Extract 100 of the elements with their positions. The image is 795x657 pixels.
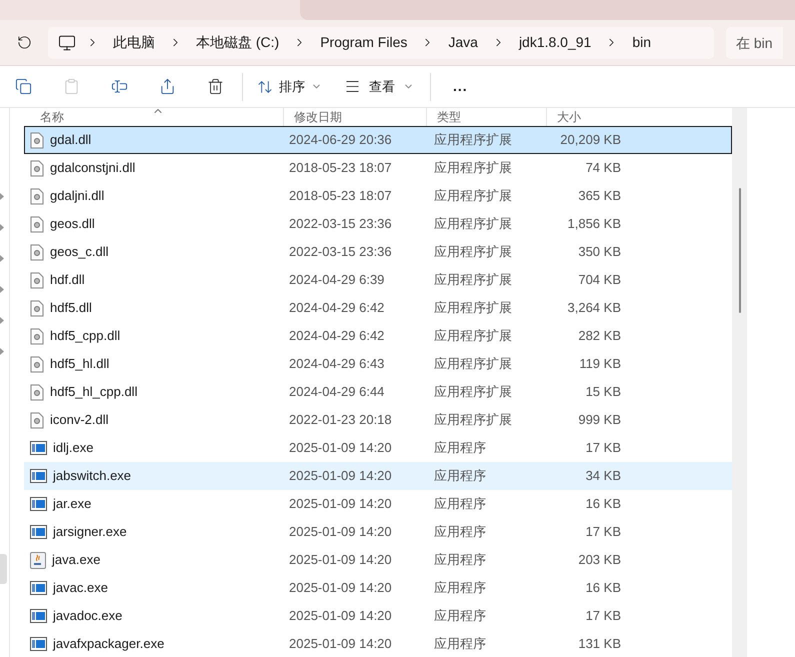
file-name: java.exe bbox=[52, 551, 100, 570]
file-row[interactable]: geos_c.dll 2022-03-15 23:36 应用程序扩展 350 KB bbox=[24, 238, 732, 266]
modified-date: 2025-01-09 14:20 bbox=[288, 579, 393, 598]
gear-file-icon bbox=[30, 160, 44, 176]
application-window-icon bbox=[30, 609, 47, 623]
breadcrumb-item[interactable]: Program Files bbox=[316, 32, 412, 53]
application-window-icon bbox=[30, 581, 47, 595]
file-name: hdf5_hl_cpp.dll bbox=[50, 383, 138, 402]
file-row[interactable]: javadoc.exe 2025-01-09 14:20 应用程序 17 KB bbox=[24, 602, 732, 630]
expand-arrow-icon[interactable] bbox=[0, 224, 4, 231]
application-window-icon bbox=[30, 525, 47, 539]
file-row[interactable]: hdf5.dll 2024-04-29 6:42 应用程序扩展 3,264 KB bbox=[24, 294, 732, 322]
file-type: 应用程序 bbox=[433, 551, 487, 570]
breadcrumb-item[interactable]: 本地磁盘 (C:) bbox=[192, 32, 284, 53]
search-field[interactable]: 在 bin bbox=[726, 26, 783, 58]
file-row[interactable]: jar.exe 2025-01-09 14:20 应用程序 16 KB bbox=[24, 490, 732, 518]
modified-date: 2025-01-09 14:20 bbox=[288, 439, 393, 458]
expand-arrow-icon[interactable] bbox=[0, 193, 4, 200]
file-row[interactable]: gdal.dll 2024-06-29 20:36 应用程序扩展 20,209 KB bbox=[24, 126, 732, 154]
file-type: 应用程序扩展 bbox=[433, 187, 513, 206]
gear-file-icon bbox=[30, 272, 44, 288]
file-size: 350 KB bbox=[577, 243, 622, 262]
file-row[interactable]: jabswitch.exe 2025-01-09 14:20 应用程序 34 KB bbox=[24, 462, 732, 490]
file-size: 17 KB bbox=[584, 523, 622, 542]
file-row[interactable]: hdf5_hl.dll 2024-04-29 6:43 应用程序扩展 119 KB bbox=[24, 350, 732, 378]
more-button[interactable]: ... bbox=[453, 76, 468, 97]
address-bar[interactable]: 此电脑 本地磁盘 (C:) Program Files Java jdk1.8.0_91 bin bbox=[48, 26, 714, 58]
file-name: hdf5_cpp.dll bbox=[50, 327, 120, 346]
gear-file-icon bbox=[30, 328, 44, 344]
expand-arrow-icon[interactable] bbox=[0, 317, 4, 324]
file-row[interactable]: hdf5_cpp.dll 2024-04-29 6:42 应用程序扩展 282 KB bbox=[24, 322, 732, 350]
breadcrumb-item[interactable]: jdk1.8.0_91 bbox=[514, 32, 596, 53]
file-row[interactable]: gdalconstjni.dll 2018-05-23 18:07 应用程序扩展 74 KB bbox=[24, 154, 732, 182]
expand-arrow-icon[interactable] bbox=[0, 286, 4, 293]
file-row[interactable]: hdf5_hl_cpp.dll 2024-04-29 6:44 应用程序扩展 15 KB bbox=[24, 378, 732, 406]
file-row[interactable]: java.exe 2025-01-09 14:20 应用程序 203 KB bbox=[24, 546, 732, 574]
file-type: 应用程序扩展 bbox=[433, 299, 513, 318]
modified-date: 2025-01-09 14:20 bbox=[288, 607, 393, 626]
file-size: 3,264 KB bbox=[566, 299, 622, 318]
file-size: 34 KB bbox=[584, 467, 622, 486]
list-icon bbox=[344, 78, 361, 95]
file-name: javadoc.exe bbox=[53, 607, 122, 626]
scroll-handle[interactable] bbox=[0, 554, 7, 584]
modified-date: 2025-01-09 14:20 bbox=[288, 495, 393, 514]
file-type: 应用程序 bbox=[433, 607, 487, 626]
file-type: 应用程序 bbox=[433, 495, 487, 514]
refresh-icon bbox=[16, 35, 32, 50]
modified-date: 2025-01-09 14:20 bbox=[288, 523, 393, 542]
file-type: 应用程序扩展 bbox=[433, 355, 513, 374]
sort-button[interactable]: 排序 bbox=[257, 76, 322, 96]
column-header[interactable]: 名称 bbox=[24, 108, 283, 126]
rename-icon bbox=[110, 78, 128, 95]
file-name: gdaljni.dll bbox=[50, 187, 104, 206]
view-button[interactable]: 查看 bbox=[344, 76, 414, 96]
breadcrumb-item[interactable]: Java bbox=[444, 32, 482, 53]
file-type: 应用程序 bbox=[433, 579, 487, 598]
file-row[interactable]: javac.exe 2025-01-09 14:20 应用程序 16 KB bbox=[24, 574, 732, 602]
modified-date: 2025-01-09 14:20 bbox=[288, 467, 393, 486]
file-row[interactable]: jarsigner.exe 2025-01-09 14:20 应用程序 17 KB bbox=[24, 518, 732, 546]
file-type: 应用程序 bbox=[433, 439, 487, 458]
file-size: 365 KB bbox=[577, 187, 622, 206]
modified-date: 2022-03-15 23:36 bbox=[288, 243, 393, 262]
breadcrumb-item[interactable]: 此电脑 bbox=[109, 32, 159, 53]
file-name: javac.exe bbox=[53, 579, 108, 598]
breadcrumb-item[interactable]: bin bbox=[628, 32, 656, 53]
expand-arrow-icon[interactable] bbox=[0, 348, 4, 355]
file-size: 119 KB bbox=[578, 355, 622, 374]
file-row[interactable]: javafxpackager.exe 2025-01-09 14:20 应用程序 131 KB bbox=[24, 630, 732, 657]
file-row[interactable]: iconv-2.dll 2022-01-23 20:18 应用程序扩展 999 KB bbox=[24, 406, 732, 434]
modified-date: 2024-04-29 6:43 bbox=[288, 355, 386, 374]
modified-date: 2024-04-29 6:42 bbox=[288, 327, 386, 346]
file-size: 74 KB bbox=[584, 159, 622, 178]
scrollbar-thumb[interactable] bbox=[738, 188, 740, 313]
expand-arrow-icon[interactable] bbox=[0, 255, 4, 262]
file-size: 17 KB bbox=[584, 439, 622, 458]
file-type: 应用程序扩展 bbox=[433, 327, 513, 346]
file-type: 应用程序扩展 bbox=[433, 159, 513, 178]
file-row[interactable]: hdf.dll 2024-04-29 6:39 应用程序扩展 704 KB bbox=[24, 266, 732, 294]
file-size: 1,856 KB bbox=[566, 215, 622, 234]
file-name: hdf5.dll bbox=[50, 299, 92, 318]
modified-date: 2025-01-09 14:20 bbox=[288, 551, 393, 570]
file-type: 应用程序 bbox=[433, 523, 487, 542]
file-type: 应用程序扩展 bbox=[433, 411, 513, 430]
sort-icon bbox=[257, 78, 273, 94]
modified-date: 2022-01-23 20:18 bbox=[288, 411, 393, 430]
gear-file-icon bbox=[30, 384, 44, 400]
gear-file-icon bbox=[30, 412, 44, 428]
file-row[interactable]: gdaljni.dll 2018-05-23 18:07 应用程序扩展 365 KB bbox=[24, 182, 732, 210]
modified-date: 2022-03-15 23:36 bbox=[288, 215, 393, 234]
file-row[interactable]: geos.dll 2022-03-15 23:36 应用程序扩展 1,856 KB bbox=[24, 210, 732, 238]
computer-icon bbox=[58, 34, 76, 52]
copy-icon bbox=[14, 78, 32, 95]
file-name: jabswitch.exe bbox=[53, 467, 132, 486]
file-type: 应用程序扩展 bbox=[433, 243, 513, 262]
file-name: javafxpackager.exe bbox=[53, 635, 164, 654]
file-row[interactable]: idlj.exe 2025-01-09 14:20 应用程序 17 KB bbox=[24, 434, 732, 462]
file-size: 16 KB bbox=[584, 495, 622, 514]
file-type: 应用程序扩展 bbox=[433, 131, 513, 150]
trash-icon bbox=[206, 78, 224, 95]
modified-date: 2025-01-09 14:20 bbox=[288, 635, 393, 654]
